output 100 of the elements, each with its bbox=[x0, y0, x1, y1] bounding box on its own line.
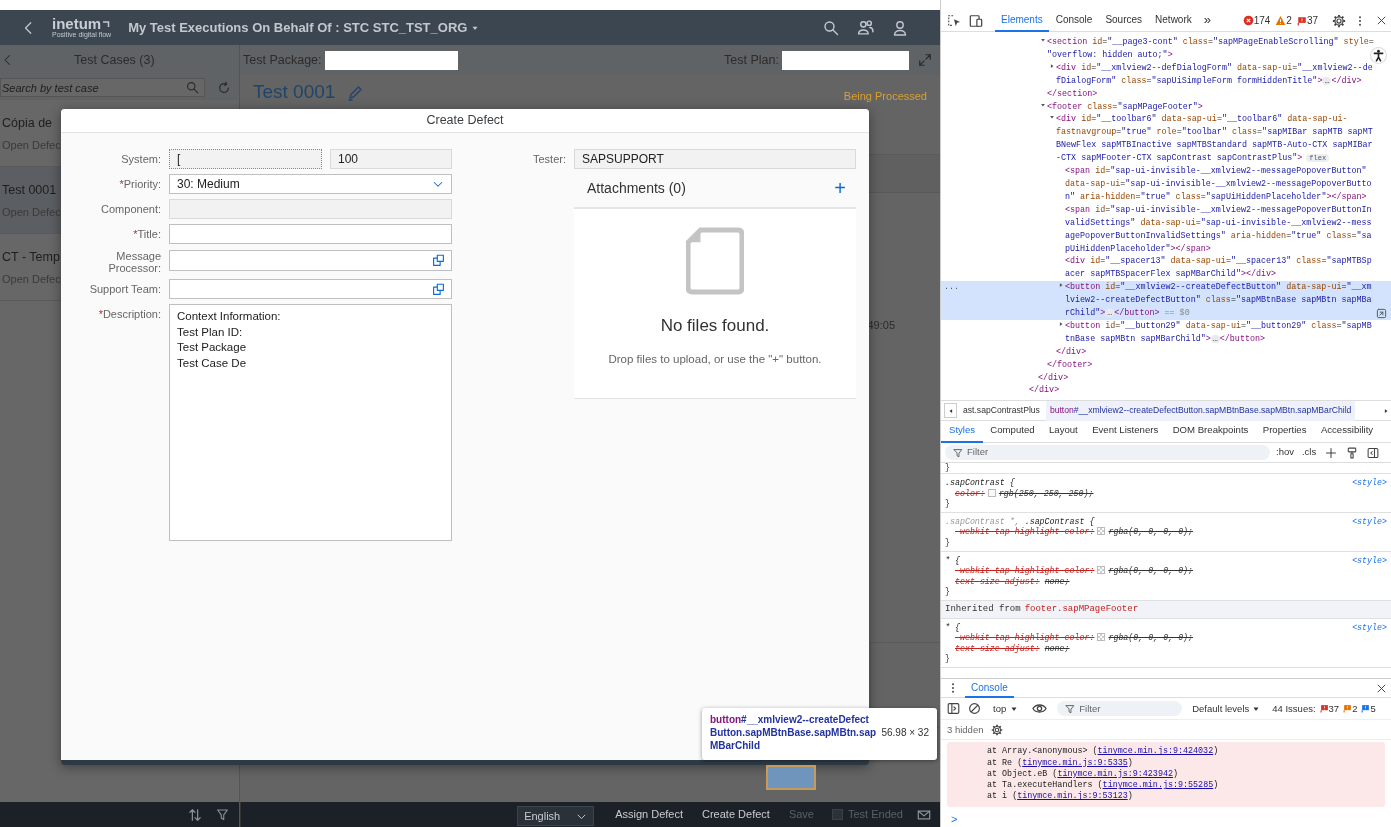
close-icon[interactable] bbox=[1376, 683, 1387, 694]
people-icon[interactable] bbox=[857, 19, 874, 36]
clear-icon[interactable] bbox=[968, 702, 981, 716]
mail-icon[interactable] bbox=[917, 807, 931, 822]
dom-node[interactable]: <div id="__xmlview2--defDialogForm" data-sap-ui="__xmlview2--de fDialogForm" class="sapUiSimpleForm formHiddenTitle">…</div> bbox=[1056, 61, 1373, 88]
search-field[interactable]: Search by test case bbox=[0, 78, 205, 97]
add-button[interactable]: + bbox=[834, 178, 846, 198]
file-link[interactable]: tinymce.min.js:9:424032 bbox=[1097, 746, 1214, 757]
test-package-field[interactable] bbox=[324, 50, 458, 70]
expand-icon[interactable] bbox=[918, 53, 932, 67]
closing-tag[interactable]: </div> bbox=[1056, 345, 1087, 359]
warning-count[interactable]: 2 bbox=[1286, 13, 1292, 28]
issue-flag-icon[interactable] bbox=[1361, 704, 1371, 714]
add-rule-icon[interactable] bbox=[1325, 446, 1338, 459]
settings-icon[interactable] bbox=[1332, 13, 1346, 28]
breadcrumb[interactable]: button#__xmlview2--createDefectButton.sapMBtnBase.sapMBtn.sapMBarChild bbox=[1045, 400, 1356, 421]
issue-count[interactable]: 5 bbox=[1370, 701, 1376, 717]
issue-count[interactable]: 2 bbox=[1352, 701, 1358, 717]
sidebar-icon[interactable] bbox=[1367, 446, 1380, 459]
close-icon[interactable] bbox=[1376, 15, 1387, 26]
test-plan-field[interactable] bbox=[782, 50, 909, 70]
person-icon[interactable] bbox=[892, 19, 908, 36]
source-link[interactable]: <style> bbox=[1352, 555, 1387, 567]
more-dots[interactable]: ... bbox=[944, 281, 960, 295]
file-link[interactable]: tinymce.min.js:9:55285 bbox=[1102, 780, 1214, 791]
priority-select[interactable]: 30: Medium bbox=[169, 174, 452, 194]
closing-tag[interactable]: </div> bbox=[1029, 384, 1060, 398]
source-link[interactable]: <style> bbox=[1352, 516, 1387, 528]
more-tabs-button[interactable]: » bbox=[1197, 9, 1217, 32]
scroll-left-button[interactable] bbox=[944, 403, 957, 418]
dom-node[interactable]: <span id="sap-ui-invisible-__xmlview2--messagePopoverButton" data-sap-ui="sap-ui-invisible-__xmlview2--messagePopoverButto n" aria-hidden="true" class="sapUiHiddenPlaceholder"></span> bbox=[1065, 165, 1372, 204]
sidebar-icon[interactable] bbox=[947, 702, 960, 716]
sort-icon[interactable] bbox=[188, 807, 202, 822]
context-select[interactable]: top bbox=[993, 701, 1019, 717]
error-icon[interactable] bbox=[1242, 15, 1254, 26]
collapsed-triangle-icon[interactable] bbox=[1058, 282, 1064, 289]
language-select[interactable]: English bbox=[517, 806, 595, 826]
issue-flag-icon[interactable] bbox=[1319, 704, 1329, 714]
expanded-triangle-icon[interactable] bbox=[1049, 114, 1055, 121]
dom-node[interactable]: <span id="sap-ui-invisible-__xmlview2--messagePopoverButtonIn validSettings" data-sap-ui="sap-ui-invisible-__xmlview2--mess agePopoverButtonInvalidSettings" aria-hidden="true" class="sa pUiHiddenPlaceholder"></span> bbox=[1065, 203, 1372, 256]
panel-tab[interactable]: Computed bbox=[983, 420, 1042, 443]
dom-node[interactable]: <button id="__xmlview2--createDefectButton" data-sap-ui="__xm lview2--createDefectButton" class="sapMBtnBase sapMBtn sapMBa rChild">…</button> == $0 bbox=[1065, 281, 1372, 320]
settings-icon[interactable] bbox=[991, 724, 1004, 736]
value-help-field[interactable] bbox=[169, 279, 452, 299]
expanded-triangle-icon[interactable] bbox=[1040, 101, 1046, 108]
value-help-icon[interactable] bbox=[432, 254, 445, 267]
paint-icon[interactable] bbox=[1346, 446, 1359, 459]
device-icon[interactable] bbox=[969, 13, 983, 28]
file-link[interactable]: tinymce.min.js:9:423942 bbox=[1057, 768, 1173, 779]
console-prompt[interactable]: > bbox=[951, 810, 959, 827]
collapsed-triangle-icon[interactable] bbox=[1049, 62, 1055, 69]
expanded-triangle-icon[interactable] bbox=[1040, 37, 1046, 43]
hover-toggle[interactable]: :hov bbox=[1276, 445, 1294, 460]
dom-node[interactable]: <div id="__spacer13" data-sap-ui="__spacer13" class="sapMTBSp acer sapMTBSpacerFlex sapMBarChild"></div> bbox=[1065, 255, 1372, 282]
panel-tab[interactable]: Layout bbox=[1041, 420, 1085, 443]
closing-tag[interactable]: </div> bbox=[1038, 371, 1069, 385]
drawer-tab[interactable]: Console bbox=[965, 678, 1014, 699]
levels-select[interactable]: Default levels bbox=[1192, 701, 1261, 717]
color-swatch[interactable] bbox=[1097, 527, 1106, 536]
filter-field[interactable]: Filter bbox=[1057, 701, 1183, 717]
refresh-icon[interactable] bbox=[217, 80, 231, 95]
file-link[interactable]: tinymce.min.js:9:5335 bbox=[1022, 757, 1128, 768]
value-help-field[interactable] bbox=[169, 250, 452, 271]
panel-tab[interactable]: Properties bbox=[1255, 420, 1314, 443]
source-link[interactable]: <style> bbox=[1352, 478, 1387, 489]
breadcrumb[interactable]: ast.sapContrastPlus bbox=[959, 400, 1044, 421]
filter-icon[interactable] bbox=[216, 808, 229, 821]
reveal-icon[interactable] bbox=[1376, 307, 1387, 319]
closing-tag[interactable]: </section> bbox=[1047, 87, 1098, 101]
devtools-tab[interactable]: Sources bbox=[1099, 9, 1149, 32]
search-icon[interactable] bbox=[823, 19, 839, 36]
inspect-icon[interactable] bbox=[947, 13, 961, 28]
dom-node[interactable]: <button id="__button29" data-sap-ui="__button29" class="sapMB tnBase sapMBtn sapMBarChild">…</button> bbox=[1065, 319, 1372, 346]
panel-tab[interactable]: DOM Breakpoints bbox=[1165, 420, 1256, 443]
devtools-tab[interactable]: Console bbox=[1049, 9, 1099, 32]
title-field[interactable] bbox=[169, 224, 452, 244]
issue-count[interactable]: 37 bbox=[1306, 13, 1318, 28]
dom-node[interactable]: <section id="__page3-cont" class="sapMPageEnableScrolling" style= "overflow: hidden auto;"> bbox=[1047, 36, 1374, 62]
issue-count[interactable]: 37 bbox=[1328, 701, 1340, 717]
file-link[interactable]: tinymce.min.js:9:53123 bbox=[1017, 791, 1128, 802]
scroll-right-icon[interactable] bbox=[1383, 407, 1389, 414]
panel-tab[interactable]: Styles bbox=[941, 420, 984, 443]
dom-node[interactable]: <footer class="sapMPageFooter"> bbox=[1047, 100, 1203, 114]
devtools-tab[interactable]: Elements bbox=[995, 9, 1049, 32]
collapsed-triangle-icon[interactable] bbox=[1058, 320, 1064, 327]
value-help-icon[interactable] bbox=[432, 283, 445, 296]
footer-button[interactable]: Assign Defect bbox=[609, 806, 689, 823]
color-swatch[interactable] bbox=[1097, 633, 1106, 642]
source-link[interactable]: <style> bbox=[1352, 622, 1387, 634]
devtools-tab[interactable]: Network bbox=[1149, 9, 1198, 32]
issue-flag-icon[interactable] bbox=[1343, 704, 1353, 714]
issue-icon[interactable] bbox=[1296, 15, 1307, 26]
class-toggle[interactable]: .cls bbox=[1301, 445, 1317, 460]
warning-icon[interactable] bbox=[1275, 15, 1287, 26]
error-count[interactable]: 174 bbox=[1253, 13, 1271, 28]
footer-button[interactable]: Create Defect bbox=[696, 806, 776, 823]
color-swatch[interactable] bbox=[987, 488, 996, 497]
accessibility-icon[interactable] bbox=[1370, 47, 1387, 64]
filter-field[interactable]: Filter bbox=[945, 445, 1270, 460]
description-field[interactable]: Context Information: Test Plan ID: Test Package Test Case De bbox=[169, 304, 452, 541]
